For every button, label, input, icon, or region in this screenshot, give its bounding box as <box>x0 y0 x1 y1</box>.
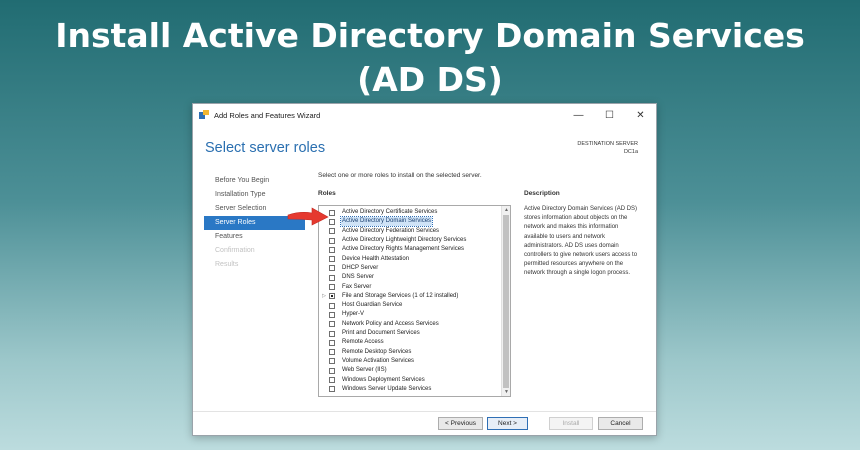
scroll-up-icon[interactable]: ▲ <box>502 206 510 214</box>
maximize-button[interactable]: ☐ <box>594 104 625 126</box>
banner-title-line1: Install Active Directory Domain Services <box>55 16 805 55</box>
nav-item-results: Results <box>215 261 239 268</box>
banner-title: Install Active Directory Domain Services… <box>0 14 860 102</box>
role-item[interactable]: Web Server (IIS) <box>319 366 388 375</box>
role-item[interactable]: Volume Activation Services <box>319 357 415 366</box>
role-label: Active Directory Federation Services <box>342 227 440 234</box>
role-checkbox[interactable] <box>329 339 335 346</box>
window-controls: — ☐ ✕ <box>563 104 656 126</box>
role-label: Network Policy and Access Services <box>342 320 439 327</box>
role-label: Print and Document Services <box>342 330 420 337</box>
destination-server-value: DC1a <box>623 149 638 155</box>
red-arrow-icon <box>287 207 329 226</box>
role-item[interactable]: Active Directory Domain Services <box>319 216 434 228</box>
next-button[interactable]: Next > <box>487 417 528 430</box>
role-checkbox[interactable] <box>329 377 335 384</box>
cancel-button[interactable]: Cancel <box>598 417 643 430</box>
role-checkbox[interactable] <box>329 256 335 263</box>
role-checkbox[interactable] <box>329 311 335 318</box>
role-checkbox[interactable] <box>329 293 335 300</box>
page-header: Select server roles DESTINATION SERVER D… <box>193 126 656 166</box>
instruction-text: Select one or more roles to install on t… <box>318 172 482 179</box>
scroll-down-icon[interactable]: ▼ <box>502 388 510 396</box>
role-label: Remote Desktop Services <box>342 348 412 355</box>
role-item[interactable]: DNS Server <box>319 273 375 282</box>
role-label: Remote Access <box>342 339 384 346</box>
role-checkbox[interactable] <box>329 321 335 328</box>
role-label: DHCP Server <box>342 264 379 271</box>
page-title: Select server roles <box>205 140 326 156</box>
role-item[interactable]: Device Health Attestation <box>319 255 410 264</box>
destination-server: DESTINATION SERVER DC1a <box>577 140 638 156</box>
previous-button[interactable]: < Previous <box>438 417 483 430</box>
role-label: Hyper-V <box>342 311 365 318</box>
role-label: Fax Server <box>342 283 372 290</box>
role-label: Active Directory Lightweight Directory S… <box>342 237 467 244</box>
role-item[interactable]: Windows Server Update Services <box>319 385 432 394</box>
window-title: Add Roles and Features Wizard <box>214 110 321 120</box>
role-checkbox[interactable] <box>329 386 335 393</box>
role-item[interactable]: Active Directory Federation Services <box>319 227 440 236</box>
role-checkbox[interactable] <box>329 228 335 235</box>
role-checkbox[interactable] <box>329 284 335 291</box>
role-item[interactable]: Print and Document Services <box>319 329 421 338</box>
nav-item-confirmation: Confirmation <box>215 247 255 254</box>
role-checkbox[interactable] <box>329 367 335 374</box>
role-label: Host Guardian Service <box>342 302 403 309</box>
role-label: DNS Server <box>342 274 375 281</box>
role-item[interactable]: Windows Deployment Services <box>319 375 426 384</box>
roles-scrollbar[interactable]: ▲ ▼ <box>501 206 510 396</box>
role-label: Volume Activation Services <box>342 357 415 364</box>
role-item[interactable]: Active Directory Lightweight Directory S… <box>319 236 467 245</box>
role-label: Windows Server Update Services <box>342 385 432 392</box>
roles-list[interactable]: ▲ ▼ Active Directory Certificate Service… <box>318 205 511 397</box>
role-item[interactable]: Hyper-V <box>319 310 365 319</box>
destination-server-label: DESTINATION SERVER <box>577 141 638 147</box>
nav-item-features[interactable]: Features <box>204 230 305 244</box>
role-label: Device Health Attestation <box>342 255 410 262</box>
role-label: Active Directory Domain Services <box>339 216 434 228</box>
nav-item-before-you-begin[interactable]: Before You Begin <box>204 174 305 188</box>
wizard-window: Add Roles and Features Wizard — ☐ ✕ Sele… <box>192 103 657 436</box>
banner-title-line2: (AD DS) <box>357 60 503 99</box>
role-label: Active Directory Rights Management Servi… <box>342 246 465 253</box>
role-checkbox[interactable] <box>329 349 335 356</box>
description-label: Description <box>524 190 560 197</box>
server-manager-icon <box>199 110 209 120</box>
roles-label: Roles <box>318 190 336 197</box>
role-checkbox[interactable] <box>329 358 335 365</box>
wizard-footer: < Previous Next > Install Cancel <box>193 411 656 435</box>
role-label: Windows Deployment Services <box>342 376 425 383</box>
role-checkbox[interactable] <box>329 265 335 272</box>
role-checkbox[interactable] <box>329 302 335 309</box>
install-button: Install <box>549 417 593 430</box>
role-item[interactable]: Remote Desktop Services <box>319 348 412 357</box>
role-item[interactable]: Remote Access <box>319 338 385 347</box>
role-checkbox[interactable] <box>329 330 335 337</box>
role-item[interactable]: Active Directory Certificate Services <box>319 208 438 217</box>
role-item[interactable]: Network Policy and Access Services <box>319 320 440 329</box>
role-item[interactable]: Active Directory Rights Management Servi… <box>319 245 465 254</box>
role-item[interactable]: Host Guardian Service <box>319 301 403 310</box>
role-label: Web Server (IIS) <box>342 367 387 374</box>
scroll-thumb[interactable] <box>503 215 509 388</box>
title-bar: Add Roles and Features Wizard — ☐ ✕ <box>193 104 656 126</box>
role-item[interactable]: Fax Server <box>319 282 372 291</box>
role-label: File and Storage Services (1 of 12 insta… <box>342 292 459 299</box>
close-button[interactable]: ✕ <box>625 104 656 126</box>
description-text: Active Directory Domain Services (AD DS)… <box>524 206 638 277</box>
nav-item-installation-type[interactable]: Installation Type <box>204 188 305 202</box>
minimize-button[interactable]: — <box>563 104 594 126</box>
role-item[interactable]: DHCP Server <box>319 264 379 273</box>
role-item[interactable]: ▷ File and Storage Services (1 of 12 inst… <box>319 292 459 301</box>
role-label: Active Directory Certificate Services <box>342 209 438 216</box>
role-checkbox[interactable] <box>329 246 335 253</box>
role-checkbox[interactable] <box>329 274 335 281</box>
role-checkbox[interactable] <box>329 237 335 244</box>
triangle-right-icon[interactable]: ▷ <box>319 293 329 299</box>
